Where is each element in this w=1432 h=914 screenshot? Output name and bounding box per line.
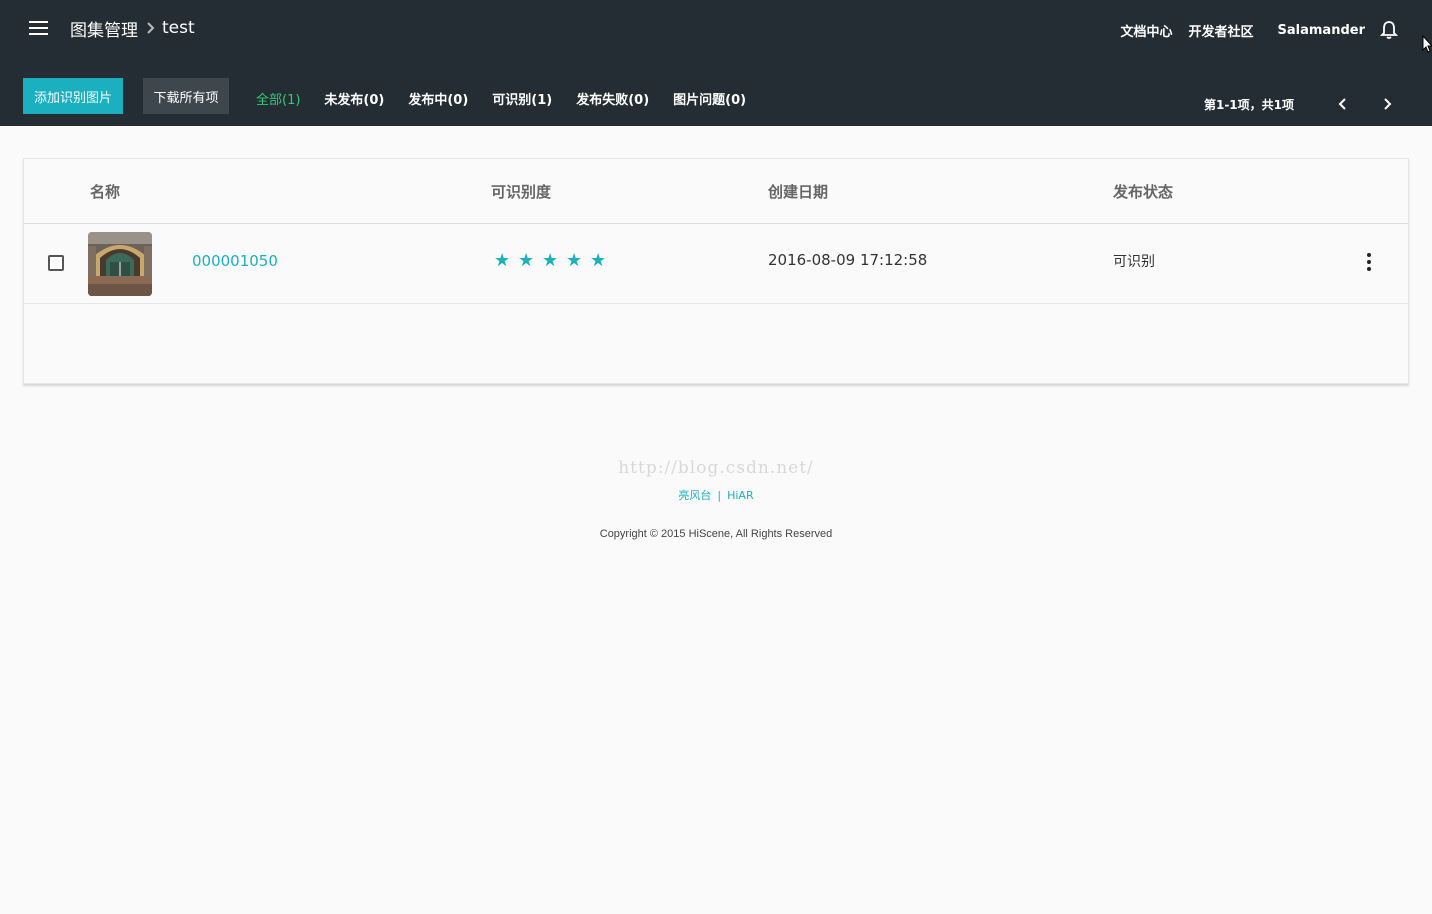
mouse-cursor-icon xyxy=(1422,34,1432,53)
image-name-link[interactable]: 000001050 xyxy=(192,252,278,270)
filter-unpublished[interactable]: 未发布(0) xyxy=(324,89,384,108)
star-icon: ★ xyxy=(590,250,607,271)
more-vert-icon[interactable] xyxy=(1359,250,1379,274)
add-image-button[interactable]: 添加识别图片 xyxy=(23,78,123,114)
docs-link[interactable]: 文档中心 xyxy=(1120,21,1172,40)
bell-icon[interactable] xyxy=(1379,19,1399,41)
filter-publishing[interactable]: 发布中(0) xyxy=(408,89,468,108)
community-link[interactable]: 开发者社区 xyxy=(1189,21,1254,40)
star-icon: ★ xyxy=(542,250,559,271)
rating-stars: ★ ★ ★ ★ ★ xyxy=(494,250,614,271)
image-thumbnail[interactable] xyxy=(88,232,152,296)
filter-failed[interactable]: 发布失败(0) xyxy=(576,89,649,108)
footer-links: 亮风台 | HiAR xyxy=(0,487,1432,503)
breadcrumb-root[interactable]: 图集管理 xyxy=(70,16,138,41)
username[interactable]: Salamander xyxy=(1278,23,1365,38)
watermark: http://blog.csdn.net/ xyxy=(618,458,814,478)
publish-status: 可识别 xyxy=(1113,254,1155,270)
column-header-created[interactable]: 创建日期 xyxy=(768,181,828,202)
row-checkbox[interactable] xyxy=(48,255,64,271)
footer-link-hiscene[interactable]: 亮风台 xyxy=(678,489,711,502)
filter-all[interactable]: 全部(1) xyxy=(256,89,300,108)
star-icon: ★ xyxy=(494,250,511,271)
menu-icon[interactable] xyxy=(29,19,49,37)
download-all-button[interactable]: 下载所有项 xyxy=(143,78,229,114)
column-header-status[interactable]: 发布状态 xyxy=(1113,181,1173,202)
footer-link-hiar[interactable]: HiAR xyxy=(727,489,754,502)
breadcrumb-current: test xyxy=(162,18,195,38)
chevron-right-icon[interactable] xyxy=(1374,94,1400,114)
star-icon: ★ xyxy=(566,250,583,271)
top-bar: 图集管理 test 文档中心 开发者社区 Salamander 添加识别图片 下… xyxy=(0,0,1432,126)
footer-separator: | xyxy=(717,489,722,502)
chevron-left-icon[interactable] xyxy=(1330,94,1356,114)
pager: 第1-1项，共1项 xyxy=(1204,94,1400,114)
table-header: 名称 可识别度 创建日期 发布状态 xyxy=(24,159,1408,224)
image-table-card: 名称 可识别度 创建日期 发布状态 000001050 ★ ★ ★ ★ ★ 2016-0… xyxy=(23,158,1409,384)
star-icon: ★ xyxy=(518,250,535,271)
top-links: 文档中心 开发者社区 Salamander xyxy=(1104,18,1399,42)
filter-image-issue[interactable]: 图片问题(0) xyxy=(673,89,746,108)
breadcrumb: 图集管理 test xyxy=(70,16,195,41)
chevron-right-icon xyxy=(144,21,158,35)
created-date: 2016-08-09 17:12:58 xyxy=(768,251,928,269)
column-header-name[interactable]: 名称 xyxy=(90,181,120,202)
pager-info: 第1-1项，共1项 xyxy=(1203,97,1294,112)
filter-tabs: 全部(1) 未发布(0) 发布中(0) 可识别(1) 发布失败(0) 图片问题(… xyxy=(256,88,770,108)
table-row[interactable]: 000001050 ★ ★ ★ ★ ★ 2016-08-09 17:12:58 可识别 xyxy=(24,224,1408,304)
copyright: Copyright © 2015 HiScene, All Rights Res… xyxy=(599,528,833,540)
filter-recognizable[interactable]: 可识别(1) xyxy=(492,89,552,108)
column-header-recognizability[interactable]: 可识别度 xyxy=(491,181,551,202)
